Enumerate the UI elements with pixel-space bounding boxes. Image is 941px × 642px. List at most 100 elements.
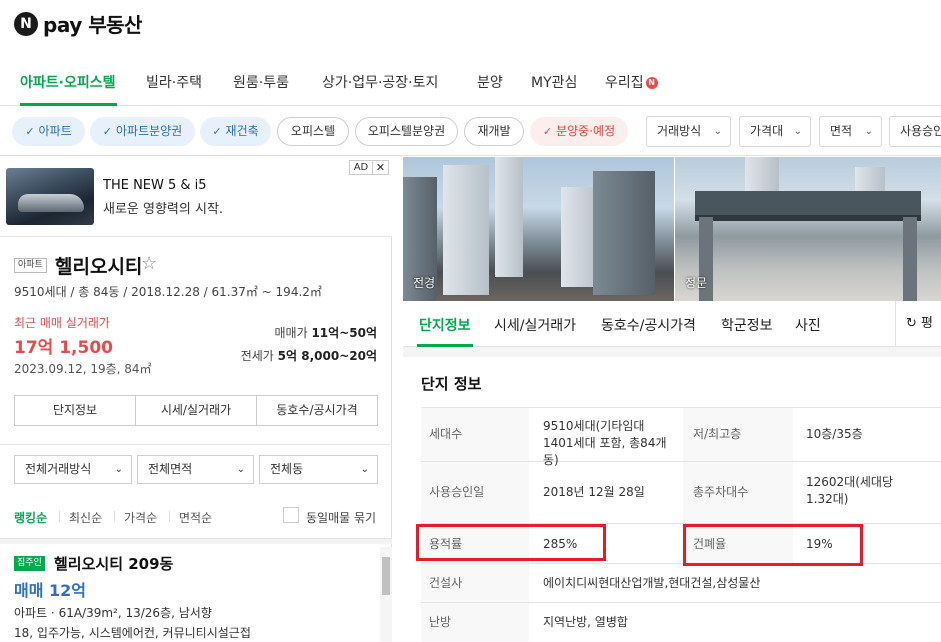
gate-graphic <box>695 191 921 221</box>
building-graphic <box>593 171 655 295</box>
ad-subtitle[interactable]: 새로운 영향력의 시작. <box>103 198 223 217</box>
refresh-unit-button[interactable]: ↻ 평 <box>895 301 941 347</box>
sale-price-value: 11억~50억 <box>311 326 377 340</box>
label-households: 세대수 <box>421 408 529 461</box>
complex-name: 헬리오시티 <box>55 256 143 278</box>
quick-tab-price-history[interactable]: 시세/실거래가 <box>136 396 257 425</box>
check-icon: ✓ <box>102 125 112 138</box>
tab-unit-official-price[interactable]: 동호수/공시가격 <box>601 315 696 335</box>
left-panel: THE NEW 5 & i5 새로운 영향력의 시작. AD ✕ 아파트 헬리오… <box>0 157 392 642</box>
dropdown-price-range-label: 가격대 <box>750 124 784 138</box>
label-heating: 난방 <box>421 603 529 642</box>
new-badge-icon: N <box>645 77 658 89</box>
sort-price[interactable]: 가격순 <box>124 509 157 526</box>
gate-pillar <box>903 217 917 301</box>
dropdown-price-range[interactable]: 가격대 ⌄ <box>739 116 811 147</box>
chip-reconstruction-label: 재건축 <box>225 124 259 138</box>
listing-detail: 아파트 · 61A/39m², 13/26층, 남서향 <box>14 606 212 620</box>
sort-area[interactable]: 면적순 <box>179 509 212 526</box>
ad-banner[interactable]: THE NEW 5 & i5 새로운 영향력의 시작. AD ✕ <box>0 157 392 237</box>
main-nav: 아파트·오피스텔 빌라·주택 원룸·투룸 상가·업무·공장·토지 분양 MY관심… <box>0 50 941 106</box>
chip-presale-ongoing[interactable]: ✓ 분양중·예정 <box>530 117 628 146</box>
select-area[interactable]: 전체면적 ⌄ <box>137 455 254 484</box>
listing-price[interactable]: 매매 12억 <box>14 577 86 601</box>
same-listing-label[interactable]: 동일매물 묶기 <box>306 509 376 526</box>
ad-car-image[interactable] <box>6 168 94 225</box>
tab-photos[interactable]: 사진 <box>795 315 821 335</box>
ad-title[interactable]: THE NEW 5 & i5 <box>103 178 207 193</box>
table-row: 세대수 9510세대(기타임대 1401세대 포함, 총84개동) 저/최고층 … <box>421 408 941 467</box>
property-type-tag: 아파트 <box>14 258 47 273</box>
sort-latest[interactable]: 최신순 <box>69 509 102 526</box>
table-row: 건설사 에이치디씨현대산업개발,현대건설,삼성물산 <box>421 564 941 603</box>
service-logo-text[interactable]: pay 부동산 <box>43 9 142 38</box>
tab-school-info[interactable]: 학군정보 <box>721 315 773 335</box>
chip-redevelopment[interactable]: 재개발 <box>464 117 524 146</box>
table-row: 난방 지역난방, 열병합 <box>421 603 941 642</box>
value-builder: 에이치디씨현대산업개발,현대건설,삼성물산 <box>543 576 761 590</box>
dropdown-approval-date[interactable]: 사용승인 <box>889 116 941 147</box>
chip-apartment-presale-right-label: 아파트분양권 <box>115 124 183 138</box>
chip-reconstruction[interactable]: ✓ 재건축 <box>200 117 271 146</box>
sort-divider <box>114 511 115 522</box>
dropdown-area[interactable]: 면적 ⌄ <box>819 116 882 147</box>
building-graphic <box>443 165 489 295</box>
chip-officetel-presale-right[interactable]: 오피스텔분양권 <box>355 117 458 146</box>
chip-officetel[interactable]: 오피스텔 <box>277 117 349 146</box>
chip-apartment[interactable]: ✓ 아파트 <box>12 117 85 146</box>
section-title: 단지 정보 <box>421 375 482 393</box>
value-parking: 12602대(세대당 1.32대) <box>806 475 894 506</box>
value-approval-date: 2018년 12월 28일 <box>543 485 645 499</box>
jeonse-price-label: 전세가 <box>240 349 274 363</box>
nav-oneroom-tworoom[interactable]: 원룸·투룸 <box>233 72 289 92</box>
favorite-star-icon[interactable]: ☆ <box>141 253 157 274</box>
chevron-down-icon: ⌄ <box>793 126 802 137</box>
dropdown-trade-type[interactable]: 거래방식 ⌄ <box>646 116 731 147</box>
value-heating: 지역난방, 열병합 <box>543 615 628 629</box>
label-approval-date: 사용승인일 <box>421 462 529 523</box>
owner-badge: 집주인 <box>14 556 45 571</box>
sort-divider <box>169 511 170 522</box>
section-divider <box>0 538 392 544</box>
nav-my-home[interactable]: 우리집 N <box>605 72 658 92</box>
sale-price-label: 매매가 <box>274 326 308 340</box>
ad-close-icon[interactable]: ✕ <box>372 160 389 175</box>
chevron-down-icon: ⌄ <box>114 464 123 475</box>
list-scrollbar-thumb[interactable] <box>382 557 390 595</box>
chevron-down-icon: ⌄ <box>713 126 722 137</box>
recent-trade-label: 최근 매매 실거래가 <box>14 316 110 330</box>
chip-presale-ongoing-label: 분양중·예정 <box>556 124 616 138</box>
label-floors: 저/최고층 <box>683 408 793 461</box>
select-trade-type[interactable]: 전체거래방식 ⌄ <box>14 455 132 484</box>
same-listing-checkbox[interactable] <box>283 507 299 523</box>
nav-commercial-land[interactable]: 상가·업무·공장·토지 <box>322 72 438 92</box>
chip-apartment-label: 아파트 <box>38 124 72 138</box>
tab-complex-info[interactable]: 단지정보 <box>419 315 471 335</box>
dropdown-area-label: 면적 <box>830 124 853 138</box>
select-building-label: 전체동 <box>270 462 304 476</box>
select-trade-type-label: 전체거래방식 <box>25 462 92 476</box>
detail-tabs: 단지정보 시세/실거래가 동호수/공시가격 학군정보 사진 ↻ 평 <box>403 301 941 347</box>
naver-n-logo-icon[interactable]: N <box>14 12 38 36</box>
quick-tab-unit-official-price[interactable]: 동호수/공시가격 <box>257 396 377 425</box>
label-builder: 건설사 <box>421 564 529 602</box>
naver-pay-realestate-page: N pay 부동산 아파트·오피스텔 빌라·주택 원룸·투룸 상가·업무·공장·… <box>0 0 941 642</box>
chip-apartment-presale-right[interactable]: ✓ 아파트분양권 <box>90 117 195 146</box>
filter-bar: ✓ 아파트 ✓ 아파트분양권 ✓ 재건축 오피스텔 오피스텔분양권 재개발 ✓ 분양중·… <box>0 106 941 156</box>
check-icon: ✓ <box>212 125 222 138</box>
nav-presale[interactable]: 분양 <box>477 72 503 92</box>
complex-summary: 9510세대 / 총 84동 / 2018.12.28 / 61.37㎡ ~ 1… <box>14 285 322 299</box>
photo-main-gate[interactable]: 정문 <box>675 157 941 301</box>
nav-villa-house[interactable]: 빌라·주택 <box>146 72 202 92</box>
quick-tab-complex-info[interactable]: 단지정보 <box>15 396 136 425</box>
label-parking: 총주차대수 <box>683 462 793 523</box>
sort-ranking[interactable]: 랭킹순 <box>14 509 47 526</box>
recent-trade-price: 17억 1,500 <box>14 338 113 358</box>
select-building[interactable]: 전체동 ⌄ <box>259 455 378 484</box>
highlight-box-floor-area-ratio <box>416 524 606 561</box>
nav-apartment-officetel[interactable]: 아파트·오피스텔 <box>20 72 115 92</box>
listing-title[interactable]: 헬리오시티 209동 <box>54 553 173 574</box>
tab-price-history[interactable]: 시세/실거래가 <box>494 315 576 335</box>
nav-my-interest[interactable]: MY관심 <box>531 72 577 92</box>
photo-overview[interactable]: 전경 <box>403 157 674 301</box>
